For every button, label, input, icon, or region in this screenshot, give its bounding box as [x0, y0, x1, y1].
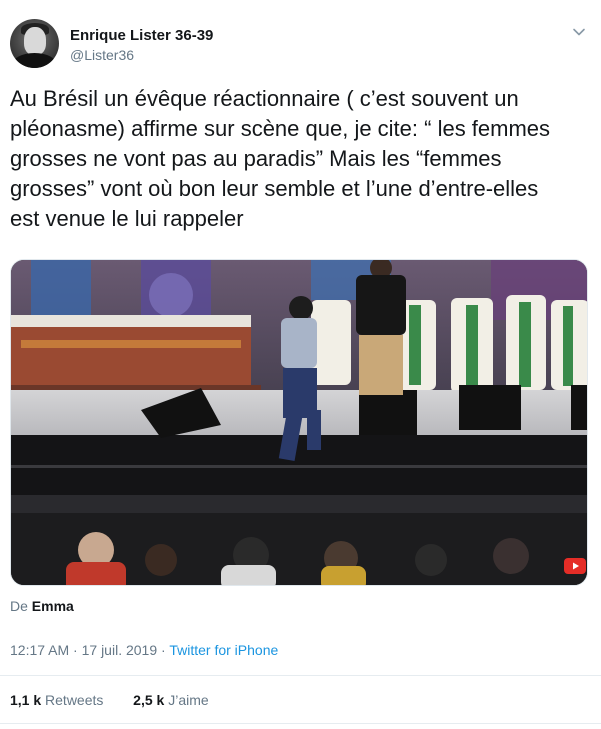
youtube-icon[interactable]	[564, 558, 586, 574]
tweet: Enrique Lister 36-39 @Lister36 Au Brésil…	[0, 0, 601, 729]
divider	[0, 723, 601, 724]
tweet-metadata: 12:17 AM · 17 juil. 2019 · Twitter for i…	[10, 642, 278, 658]
retweets-stat[interactable]: 1,1 k Retweets	[10, 692, 107, 708]
retweets-label: Retweets	[45, 692, 104, 708]
separator: ·	[73, 642, 78, 658]
source-name[interactable]: Emma	[32, 598, 74, 614]
tweet-text: Au Brésil un évêque réactionnaire ( c’es…	[10, 86, 551, 231]
chevron-down-icon[interactable]	[572, 25, 586, 39]
avatar[interactable]	[10, 19, 59, 68]
tweet-time[interactable]: 12:17 AM	[10, 642, 69, 658]
retweets-count: 1,1 k	[10, 692, 42, 708]
tweet-header: Enrique Lister 36-39 @Lister36	[10, 19, 590, 71]
likes-label: J’aime	[168, 692, 209, 708]
tweet-stats: 1,1 k Retweets 2,5 k J’aime	[10, 692, 209, 708]
video-frame	[11, 260, 587, 585]
user-handle[interactable]: @Lister36	[70, 47, 134, 63]
divider	[0, 675, 601, 676]
separator: ·	[161, 642, 166, 658]
display-name[interactable]: Enrique Lister 36-39	[70, 27, 213, 44]
video-player[interactable]	[10, 259, 588, 586]
media-source: De Emma	[10, 598, 74, 614]
source-prefix: De	[10, 598, 28, 614]
likes-stat[interactable]: 2,5 k J’aime	[133, 692, 209, 708]
likes-count: 2,5 k	[133, 692, 165, 708]
client-link[interactable]: Twitter for iPhone	[169, 642, 278, 658]
tweet-date[interactable]: 17 juil. 2019	[82, 642, 158, 658]
